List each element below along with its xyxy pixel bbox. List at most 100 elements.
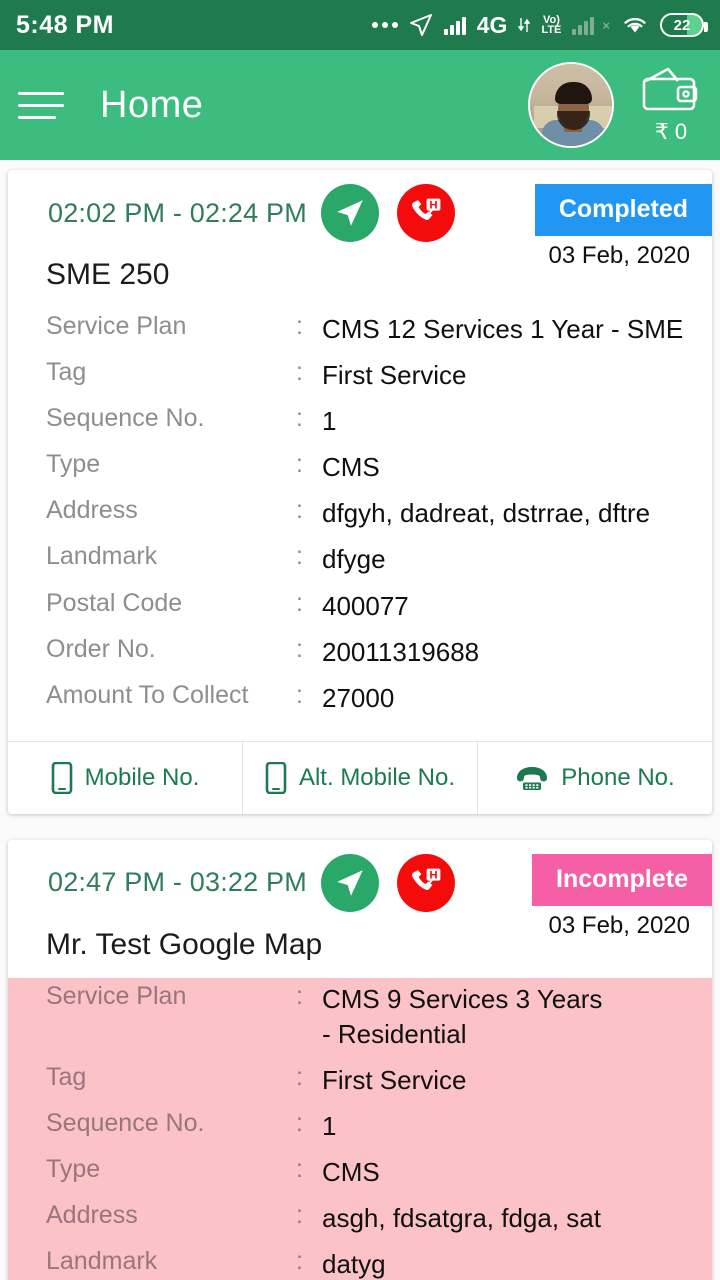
detail-colon: : bbox=[296, 1247, 303, 1276]
detail-row-tag: Tag : First Service bbox=[8, 358, 712, 393]
detail-row-sequence-no: Sequence No. : 1 bbox=[8, 404, 712, 439]
detail-value: 20011319688 bbox=[322, 636, 480, 667]
svg-text:H: H bbox=[429, 200, 437, 212]
battery-percent-label: 22 bbox=[673, 16, 691, 34]
detail-colon: : bbox=[296, 1201, 303, 1230]
detail-value: 400077 bbox=[322, 590, 409, 621]
job-card[interactable]: 02:47 PM - 03:22 PM H Incomplete 03 Feb,… bbox=[8, 839, 712, 1280]
location-arrow-icon bbox=[409, 13, 433, 37]
emergency-call-icon[interactable]: H bbox=[396, 853, 455, 912]
wallet-button[interactable]: ₹ 0 bbox=[640, 65, 702, 145]
avatar[interactable] bbox=[528, 62, 614, 148]
detail-value: dfgyh, dadreat, dstrrae, dftre bbox=[322, 498, 651, 529]
hamburger-menu-icon[interactable] bbox=[18, 91, 64, 119]
detail-colon: : bbox=[296, 542, 303, 571]
detail-colon: : bbox=[296, 1063, 303, 1092]
detail-row-landmark: Landmark : dfyge bbox=[8, 542, 712, 577]
status-bar-icons: 4G Vo) LTE × 22 bbox=[371, 11, 708, 38]
phone-no-button[interactable]: Phone No. bbox=[477, 741, 712, 814]
more-dots-icon bbox=[371, 22, 398, 28]
detail-label: Type bbox=[46, 450, 101, 479]
job-card-header: 02:47 PM - 03:22 PM H Incomplete 03 Feb,… bbox=[8, 840, 712, 978]
detail-colon: : bbox=[296, 1109, 303, 1138]
detail-row-address: Address : asgh, fdsatgra, fdga, sat bbox=[8, 1201, 712, 1236]
no-service-x-icon: × bbox=[602, 17, 610, 33]
detail-row-service-plan: Service Plan : CMS 9 Services 3 Years - … bbox=[8, 982, 712, 1052]
detail-label: Address bbox=[46, 1201, 138, 1230]
detail-row-amount-to-collect: Amount To Collect : 27000 bbox=[8, 681, 712, 716]
detail-value: datyg bbox=[322, 1249, 386, 1280]
job-date-label: 03 Feb, 2020 bbox=[548, 911, 690, 939]
detail-row-type: Type : CMS bbox=[8, 450, 712, 485]
action-label: Alt. Mobile No. bbox=[298, 763, 456, 791]
wallet-icon bbox=[640, 65, 702, 115]
job-card-list[interactable]: 02:02 PM - 02:24 PM H Completed 03 Feb, … bbox=[0, 160, 720, 1280]
status-badge: Completed bbox=[534, 184, 712, 236]
mobile-no-button[interactable]: Mobile No. bbox=[8, 742, 242, 814]
detail-label: Type bbox=[46, 1155, 101, 1184]
wifi-icon bbox=[621, 14, 649, 36]
app-bar: Home ₹ 0 bbox=[0, 50, 720, 160]
detail-colon: : bbox=[296, 312, 303, 340]
detail-value: CMS 12 Services 1 Year - SME bbox=[322, 314, 684, 344]
detail-value: First Service bbox=[322, 1065, 467, 1096]
detail-colon: : bbox=[296, 404, 303, 433]
job-details: Service Plan : CMS 9 Services 3 Years - … bbox=[8, 977, 712, 1280]
detail-colon: : bbox=[296, 588, 303, 617]
job-card-actions: Mobile No. Alt. Mobile No. Phone No. bbox=[8, 740, 712, 814]
job-status-group: Completed 03 Feb, 2020 bbox=[534, 184, 712, 270]
status-badge: Incomplete bbox=[532, 853, 712, 906]
detail-value: asgh, fdsatgra, fdga, sat bbox=[322, 1203, 601, 1234]
landline-phone-icon bbox=[515, 764, 549, 792]
detail-row-service-plan: Service Plan : CMS 12 Services 1 Year - … bbox=[8, 312, 712, 347]
emergency-call-icon[interactable]: H bbox=[396, 184, 455, 242]
navigation-arrow-icon[interactable] bbox=[320, 853, 379, 912]
detail-label: Tag bbox=[46, 1063, 87, 1092]
mobile-phone-icon bbox=[51, 761, 73, 794]
app-root: 5:48 PM 4G Vo) LTE × 22 Home ₹ 0 02:02 P… bbox=[0, 0, 720, 1280]
network-type-label: 4G bbox=[476, 11, 508, 38]
detail-row-tag: Tag : First Service bbox=[8, 1063, 712, 1098]
signal-bars-icon bbox=[443, 15, 466, 35]
volte-icon: Vo) LTE bbox=[541, 15, 562, 36]
detail-label: Landmark bbox=[46, 1247, 158, 1276]
detail-label: Address bbox=[46, 496, 138, 525]
volte-bottom-label: LTE bbox=[541, 24, 562, 36]
detail-label: Service Plan bbox=[46, 312, 187, 340]
mobile-phone-icon bbox=[265, 761, 287, 794]
detail-label: Sequence No. bbox=[46, 404, 205, 433]
job-details: Service Plan : CMS 12 Services 1 Year - … bbox=[8, 308, 712, 741]
detail-value: CMS bbox=[322, 1157, 380, 1188]
app-bar-right-group: ₹ 0 bbox=[528, 62, 702, 148]
detail-value: 27000 bbox=[322, 682, 395, 713]
detail-row-postal-code: Postal Code : 400077 bbox=[8, 589, 712, 624]
alt-mobile-no-button[interactable]: Alt. Mobile No. bbox=[242, 741, 477, 814]
time-slot-label: 02:47 PM - 03:22 PM bbox=[48, 867, 307, 898]
detail-colon: : bbox=[296, 496, 303, 525]
navigation-arrow-icon[interactable] bbox=[320, 184, 379, 242]
action-label: Phone No. bbox=[561, 763, 675, 791]
detail-label: Order No. bbox=[46, 634, 156, 663]
detail-row-sequence-no: Sequence No. : 1 bbox=[8, 1109, 712, 1144]
signal-bars-2-icon bbox=[572, 15, 595, 35]
detail-row-order-no: Order No. : 20011319688 bbox=[8, 635, 712, 670]
svg-text:H: H bbox=[429, 869, 437, 881]
detail-colon: : bbox=[296, 1155, 303, 1184]
detail-colon: : bbox=[296, 634, 303, 663]
action-label: Mobile No. bbox=[84, 763, 200, 791]
detail-value: 1 bbox=[322, 1111, 337, 1142]
time-slot-label: 02:02 PM - 02:24 PM bbox=[48, 197, 307, 228]
detail-row-address: Address : dfgyh, dadreat, dstrrae, dftre bbox=[8, 496, 712, 531]
detail-label: Postal Code bbox=[46, 588, 183, 617]
status-bar-clock: 5:48 PM bbox=[16, 10, 114, 39]
detail-value: dfyge bbox=[322, 544, 386, 575]
page-title: Home bbox=[100, 83, 204, 126]
detail-label: Tag bbox=[46, 358, 87, 387]
job-status-group: Incomplete 03 Feb, 2020 bbox=[532, 853, 712, 940]
detail-row-type: Type : CMS bbox=[8, 1155, 712, 1190]
detail-colon: : bbox=[296, 450, 303, 479]
detail-label: Amount To Collect bbox=[46, 680, 249, 709]
detail-value: First Service bbox=[322, 360, 467, 391]
job-card-header: 02:02 PM - 02:24 PM H Completed 03 Feb, … bbox=[8, 170, 712, 308]
job-card[interactable]: 02:02 PM - 02:24 PM H Completed 03 Feb, … bbox=[8, 170, 712, 814]
